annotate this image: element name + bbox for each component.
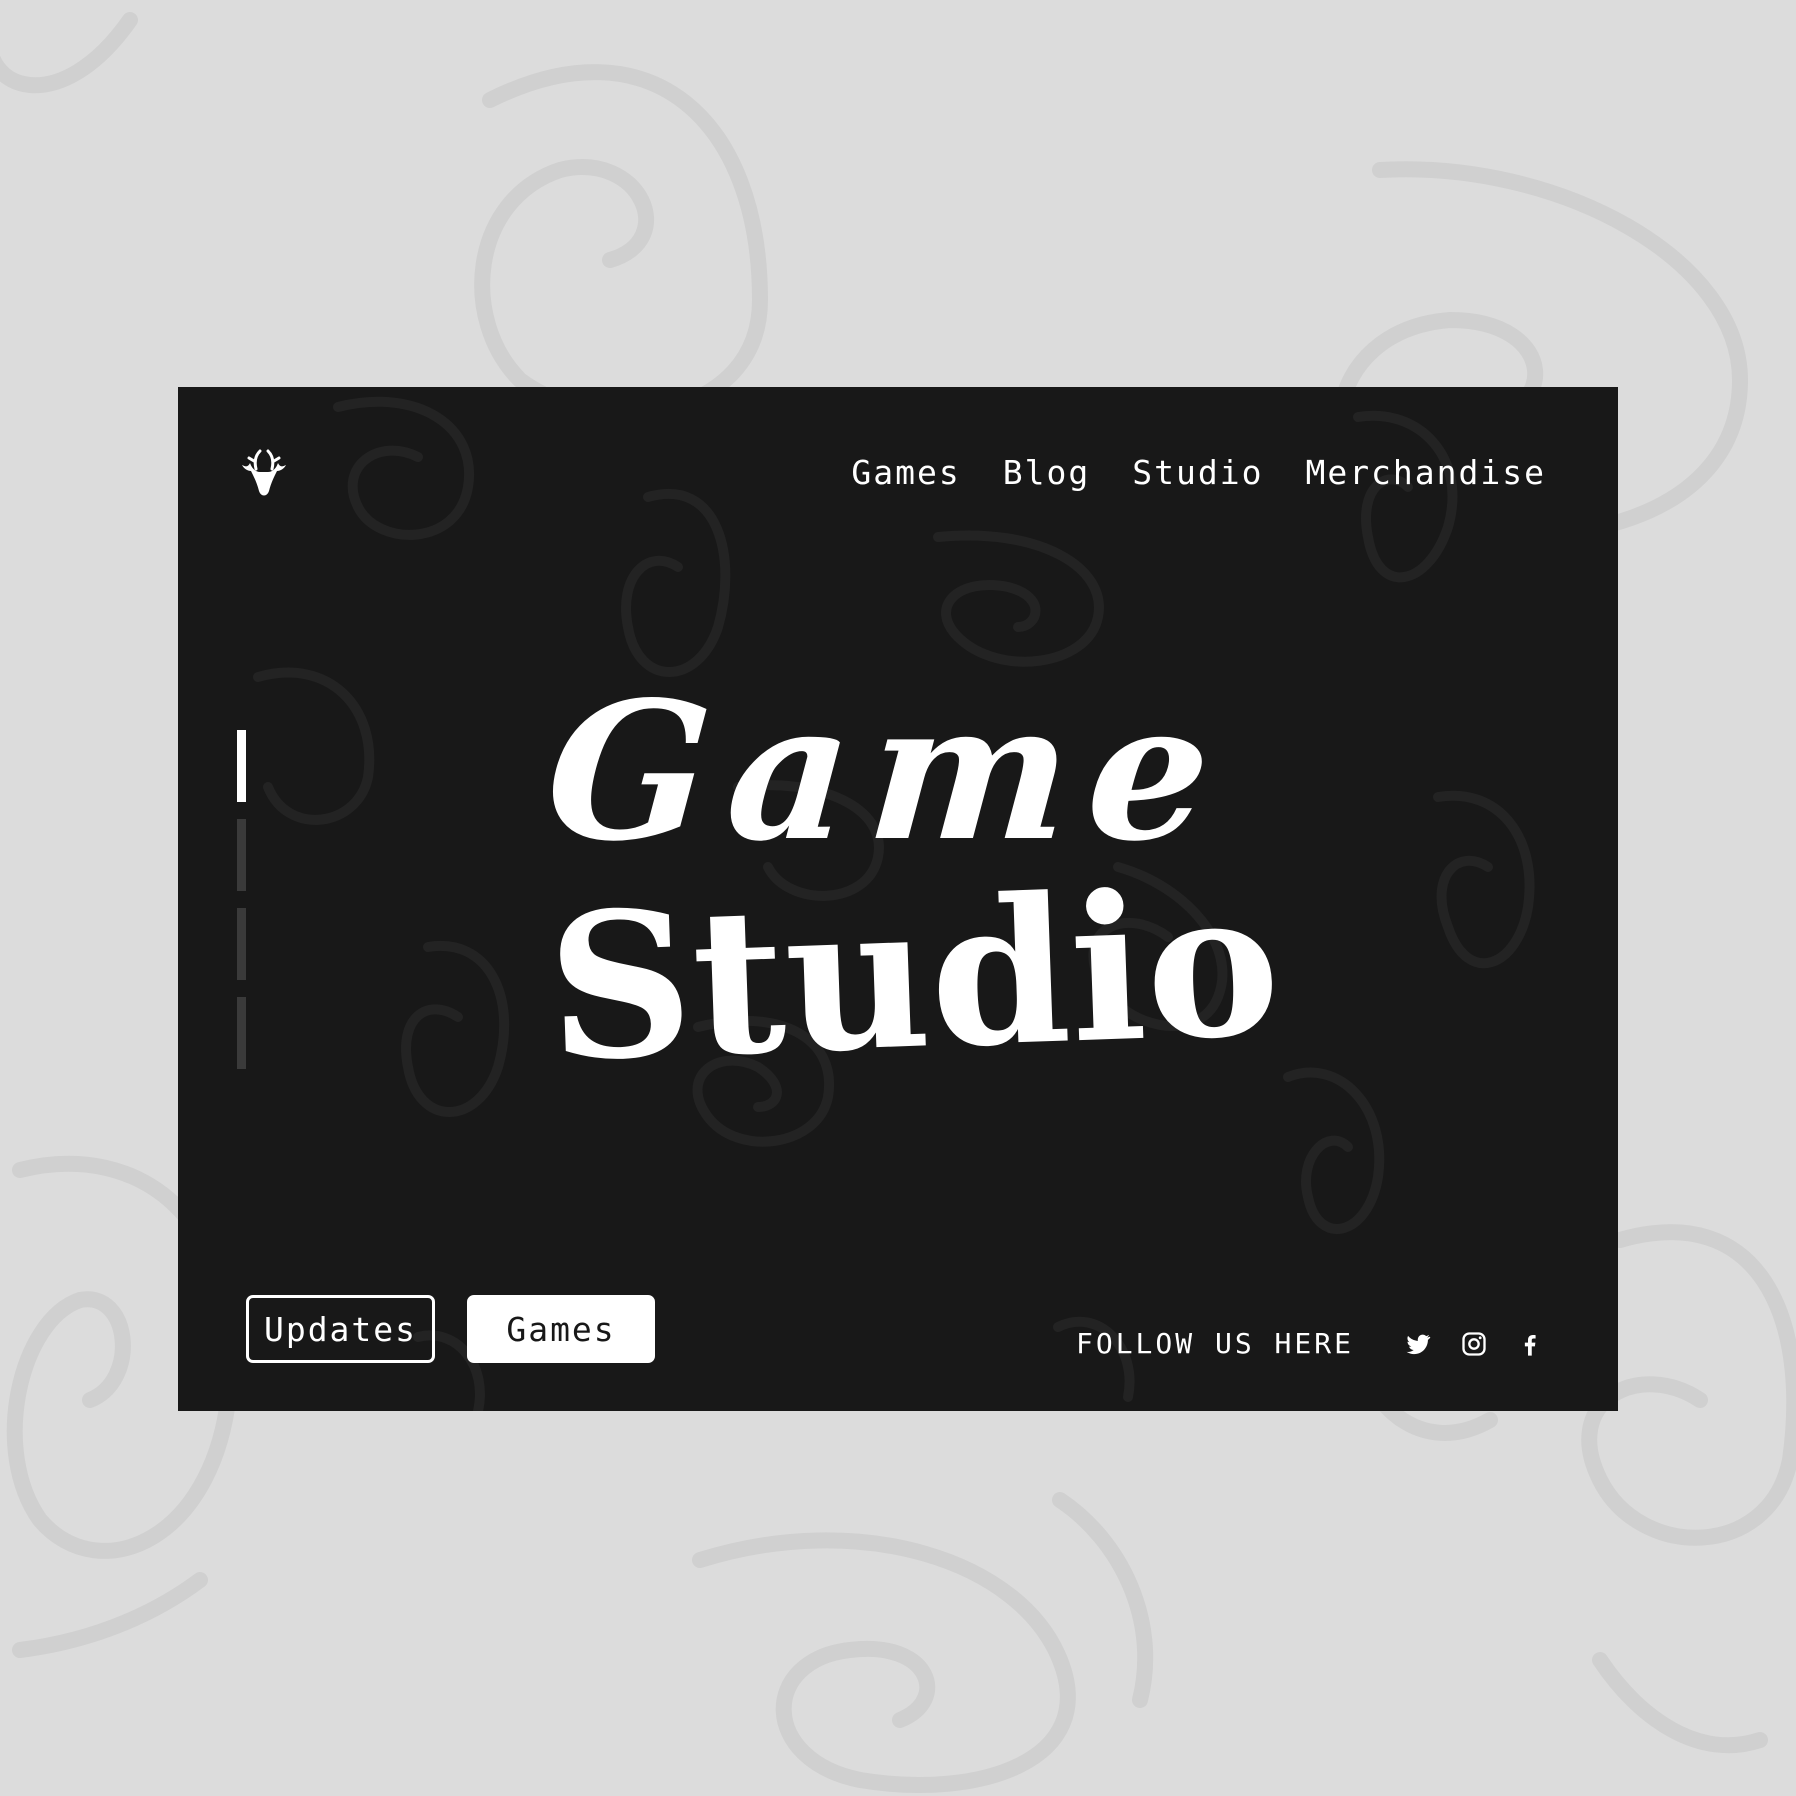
updates-button[interactable]: Updates <box>246 1295 435 1363</box>
instagram-icon[interactable] <box>1458 1328 1490 1360</box>
hero-title: Game Studio <box>540 660 1283 1106</box>
social-links: FOLLOW US HERE <box>1076 1327 1546 1360</box>
nav-item-games[interactable]: Games <box>851 453 960 492</box>
slide-indicator-bar-1[interactable] <box>237 730 246 802</box>
hero-title-line-1: Game <box>540 660 1236 883</box>
slide-indicator <box>237 730 247 1086</box>
slide-indicator-bar-2[interactable] <box>237 819 246 891</box>
slide-indicator-bar-3[interactable] <box>237 908 246 980</box>
nav-item-blog[interactable]: Blog <box>1003 453 1090 492</box>
twitter-icon[interactable] <box>1402 1328 1434 1360</box>
follow-label: FOLLOW US HERE <box>1075 1327 1354 1360</box>
slide-indicator-bar-4[interactable] <box>237 997 246 1069</box>
deer-head-icon <box>242 449 286 496</box>
facebook-icon[interactable] <box>1514 1328 1546 1360</box>
nav-item-merchandise[interactable]: Merchandise <box>1305 453 1546 492</box>
hero-card: Games Blog Studio Merchandise Game Studi… <box>178 387 1618 1411</box>
games-button[interactable]: Games <box>467 1295 655 1363</box>
hero-title-line-2: Studio <box>544 846 1284 1107</box>
main-nav: Games Blog Studio Merchandise <box>851 453 1546 492</box>
nav-item-studio[interactable]: Studio <box>1132 453 1263 492</box>
